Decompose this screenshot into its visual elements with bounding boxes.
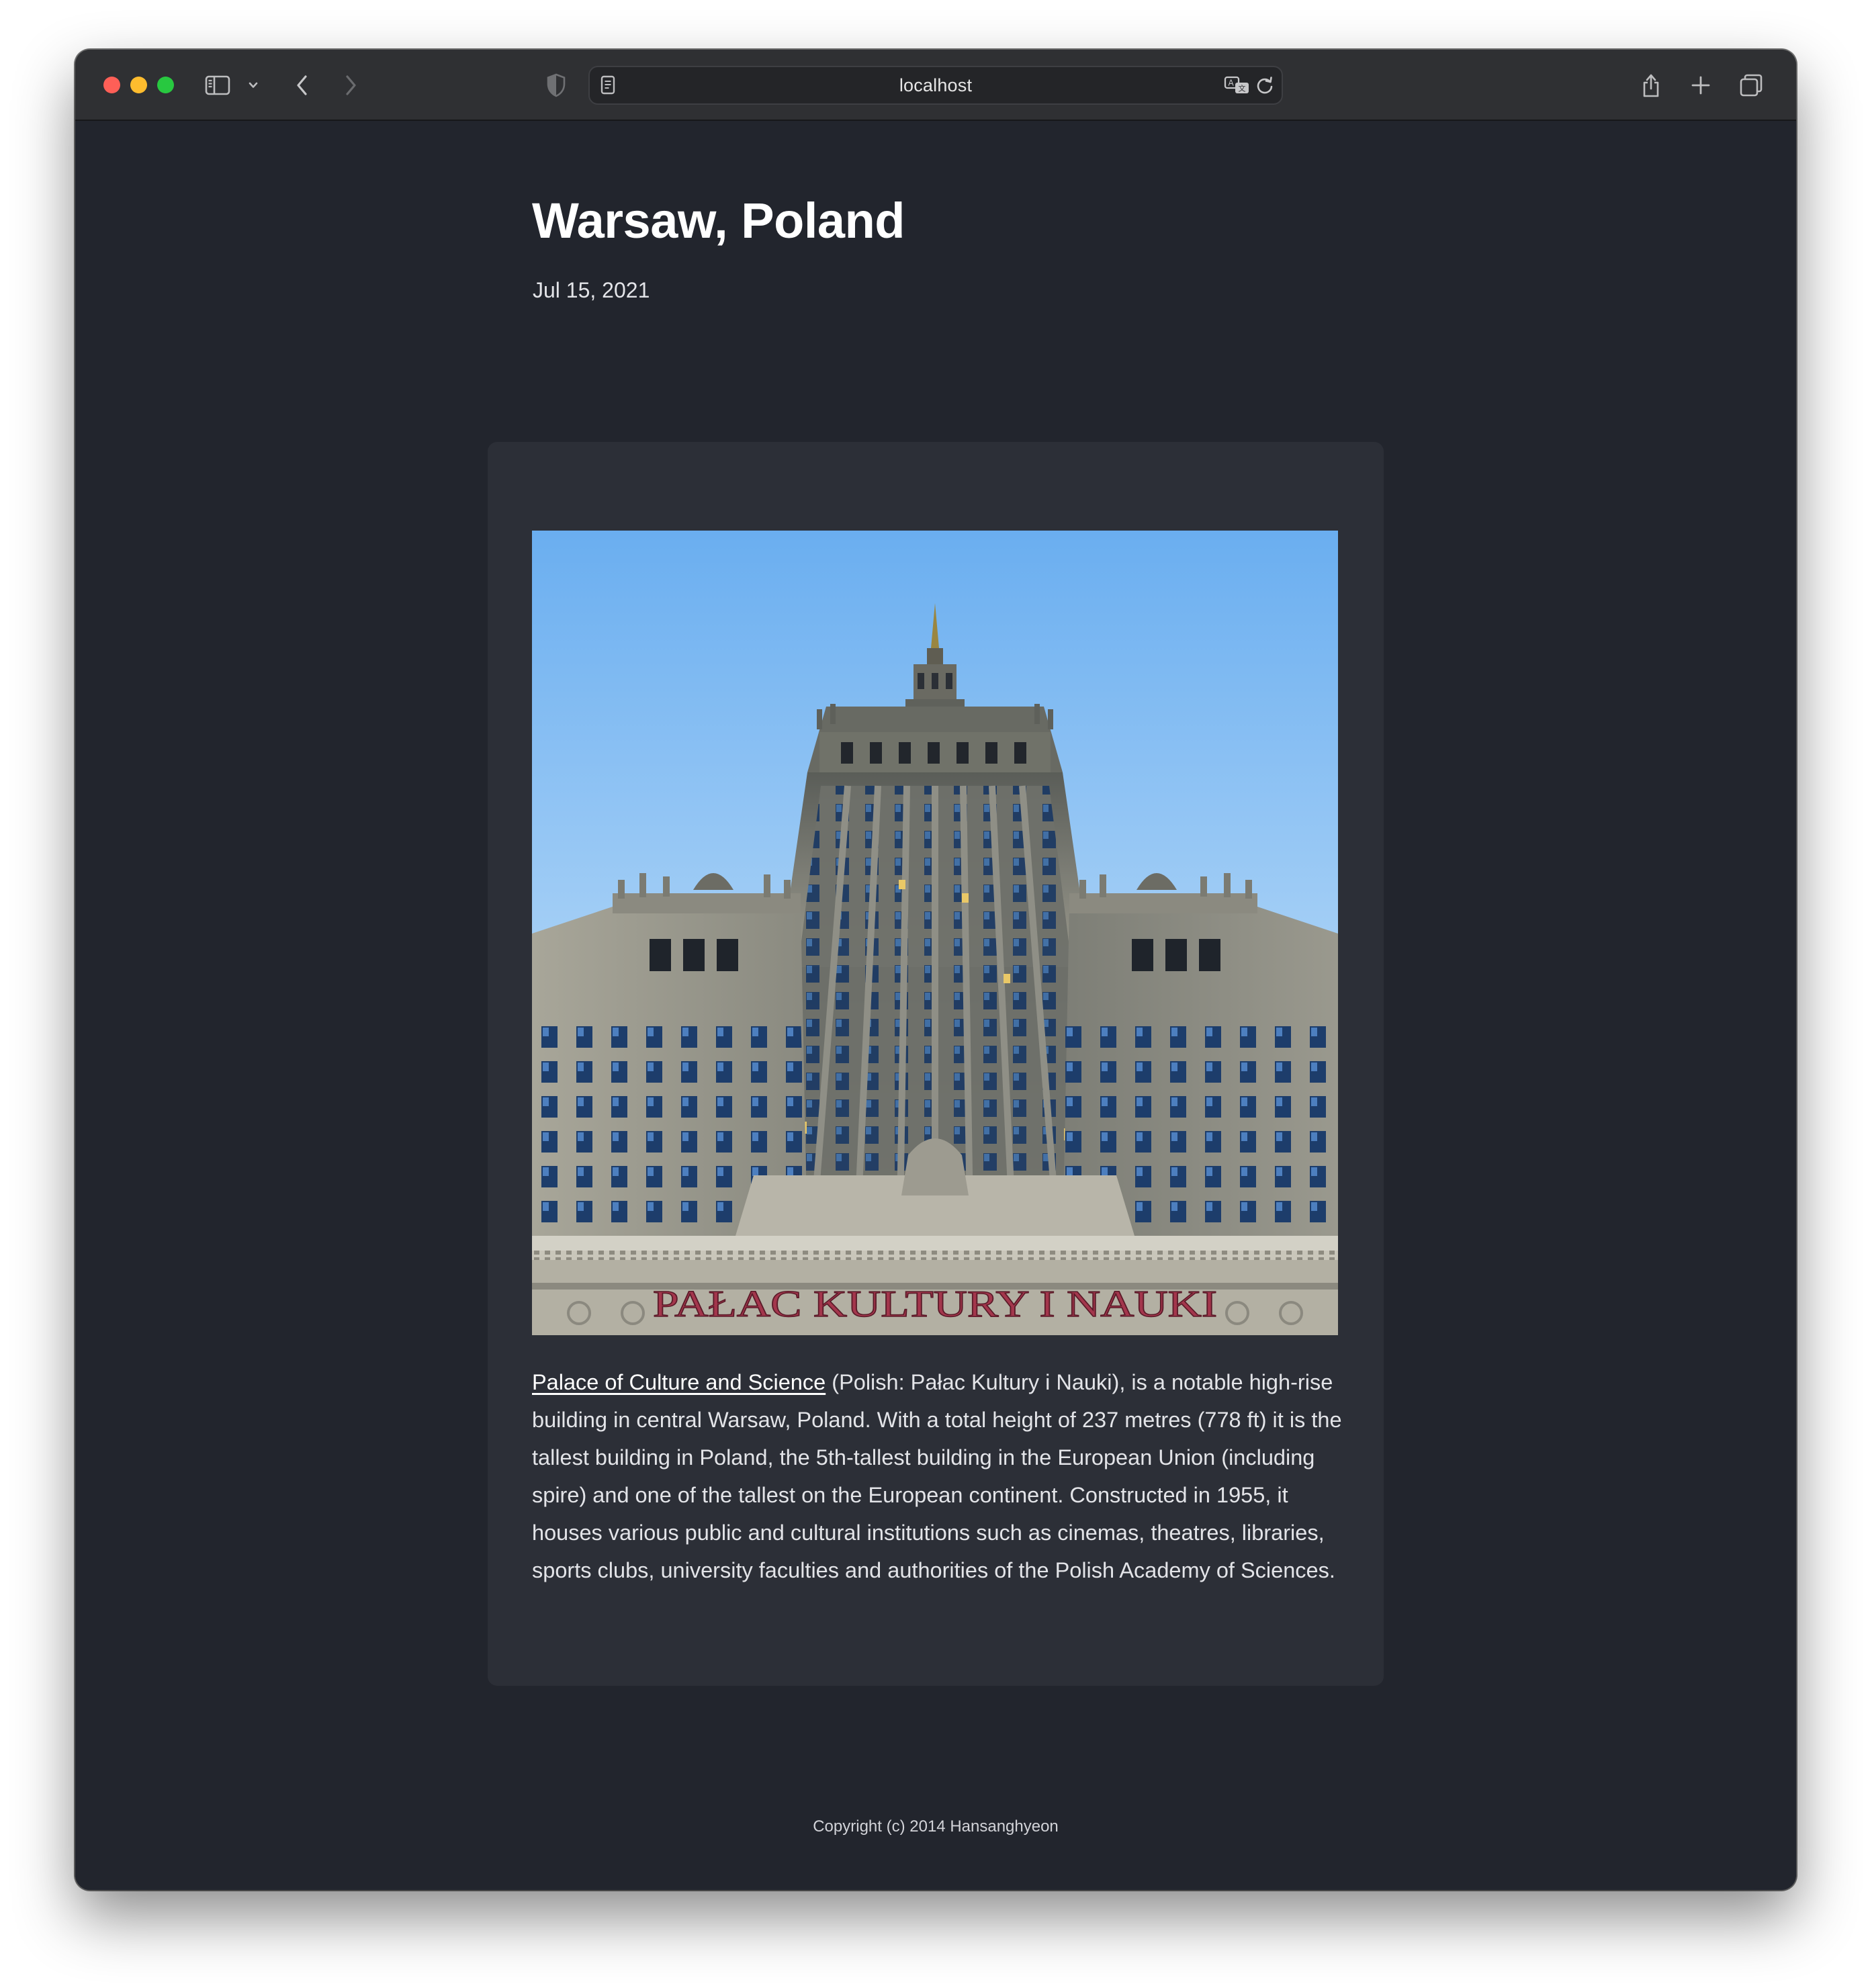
chevron-down-icon bbox=[249, 82, 258, 88]
post-date: Jul 15, 2021 bbox=[533, 278, 650, 302]
svg-text:文: 文 bbox=[1239, 84, 1246, 93]
post-title: Warsaw, Poland bbox=[532, 193, 905, 248]
plus-icon bbox=[1691, 76, 1710, 95]
browser-window: localhost A 文 Warsaw, Poland Jul 15, 202… bbox=[75, 50, 1796, 1890]
sidebar-menu-button[interactable] bbox=[244, 70, 262, 101]
url-text[interactable]: localhost bbox=[590, 75, 1282, 96]
share-icon bbox=[1643, 74, 1659, 97]
post-body-text: (Polish: Pałac Kultury i Nauki), is a no… bbox=[532, 1370, 1342, 1582]
tab-overview-button[interactable] bbox=[1737, 70, 1765, 101]
palace-of-culture-photo: PAŁAC KULTURY I NAUKI bbox=[532, 531, 1338, 1335]
building-sign: PAŁAC KULTURY I NAUKI bbox=[653, 1283, 1217, 1325]
post-body: Palace of Culture and Science (Polish: P… bbox=[532, 1363, 1346, 1589]
translate-icon[interactable]: A 文 bbox=[1224, 75, 1251, 95]
sidebar-toggle-button[interactable] bbox=[203, 70, 232, 101]
chevron-left-icon bbox=[297, 75, 307, 95]
shield-icon bbox=[547, 73, 566, 97]
zoom-window-button[interactable] bbox=[157, 77, 174, 93]
forward-button[interactable] bbox=[337, 70, 364, 101]
chevron-right-icon bbox=[346, 75, 356, 95]
page-content: Warsaw, Poland Jul 15, 2021 PAŁAC KULTUR… bbox=[75, 122, 1796, 1890]
tabs-overview-icon bbox=[1740, 74, 1763, 97]
post-card: PAŁAC KULTURY I NAUKI Palace of Culture … bbox=[488, 442, 1384, 1686]
minimize-window-button[interactable] bbox=[130, 77, 147, 93]
privacy-report-button[interactable] bbox=[543, 70, 570, 101]
palace-wiki-link[interactable]: Palace of Culture and Science bbox=[532, 1370, 826, 1394]
close-window-button[interactable] bbox=[103, 77, 120, 93]
svg-text:A: A bbox=[1229, 79, 1235, 88]
footer-copyright: Copyright (c) 2014 Hansanghyeon bbox=[813, 1817, 1059, 1836]
browser-toolbar: localhost A 文 bbox=[75, 50, 1796, 121]
new-tab-button[interactable] bbox=[1687, 70, 1714, 101]
address-bar[interactable]: localhost A 文 bbox=[588, 66, 1283, 105]
back-button[interactable] bbox=[289, 70, 316, 101]
share-button[interactable] bbox=[1638, 70, 1664, 101]
reload-icon[interactable] bbox=[1255, 75, 1275, 95]
sidebar-icon bbox=[205, 75, 230, 95]
